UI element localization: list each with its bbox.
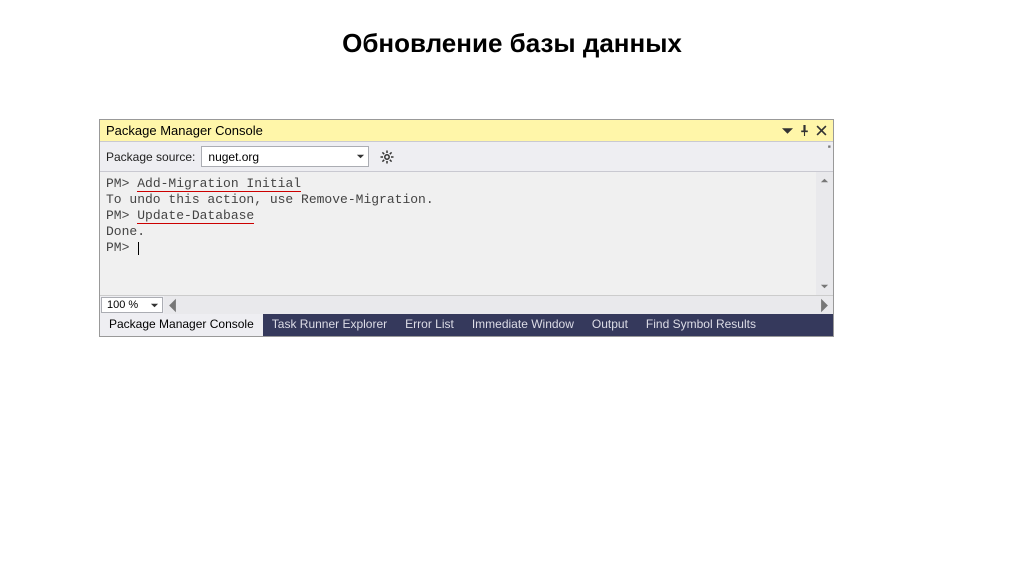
scroll-down-icon[interactable]: [816, 278, 833, 295]
horizontal-scrollbar[interactable]: [164, 296, 833, 314]
close-icon[interactable]: [816, 125, 827, 136]
tab-error-list[interactable]: Error List: [396, 314, 463, 336]
scroll-left-icon[interactable]: [164, 296, 181, 314]
tab-task-runner-explorer[interactable]: Task Runner Explorer: [263, 314, 396, 336]
panel-titlebar: Package Manager Console: [100, 120, 833, 141]
zoom-value: 100 %: [107, 299, 138, 311]
prompt: PM>: [106, 176, 137, 191]
console-line: PM> Add-Migration Initial: [106, 176, 827, 192]
console-output[interactable]: PM> Add-Migration InitialTo undo this ac…: [100, 172, 833, 260]
page-heading: Обновление базы данных: [0, 0, 1024, 119]
text-cursor: [138, 242, 139, 255]
console-line: PM> Update-Database: [106, 208, 827, 224]
prompt: PM>: [106, 240, 137, 255]
console-text-segment: Add-Migration Initial: [137, 176, 301, 192]
zoom-row: 100 %: [100, 295, 833, 314]
tab-package-manager-console[interactable]: Package Manager Console: [100, 314, 263, 336]
toolbar-overflow-icon[interactable]: '': [828, 144, 830, 156]
package-source-label: Package source:: [106, 150, 195, 164]
scroll-right-icon[interactable]: [816, 296, 833, 314]
tab-find-symbol-results[interactable]: Find Symbol Results: [637, 314, 765, 336]
console-text-segment: Done.: [106, 224, 145, 239]
dropdown-position-icon[interactable]: [782, 125, 793, 136]
chevron-down-icon: [356, 152, 365, 161]
titlebar-controls: [782, 125, 827, 136]
prompt: PM>: [106, 208, 137, 223]
hscroll-track[interactable]: [181, 296, 816, 314]
console-line: Done.: [106, 224, 827, 240]
tab-output[interactable]: Output: [583, 314, 637, 336]
zoom-dropdown[interactable]: 100 %: [101, 297, 163, 313]
gear-icon[interactable]: [379, 149, 395, 165]
panel-toolbar: Package source: nuget.org: [100, 141, 833, 172]
pin-icon[interactable]: [799, 125, 810, 136]
console-body: PM> Add-Migration InitialTo undo this ac…: [100, 172, 833, 295]
package-source-dropdown[interactable]: nuget.org: [201, 146, 369, 167]
package-source-value: nuget.org: [208, 150, 259, 164]
scroll-up-icon[interactable]: [816, 172, 833, 189]
package-manager-console-panel: Package Manager Console Package source: …: [99, 119, 834, 337]
panel-title: Package Manager Console: [106, 123, 263, 138]
console-line: To undo this action, use Remove-Migratio…: [106, 192, 827, 208]
tab-immediate-window[interactable]: Immediate Window: [463, 314, 583, 336]
bottom-tabs: Package Manager ConsoleTask Runner Explo…: [100, 314, 833, 336]
console-line: PM>: [106, 240, 827, 256]
console-text-segment: Update-Database: [137, 208, 254, 224]
chevron-down-icon: [150, 301, 159, 310]
console-text-segment: To undo this action, use Remove-Migratio…: [106, 192, 434, 207]
vertical-scrollbar[interactable]: [816, 172, 833, 295]
